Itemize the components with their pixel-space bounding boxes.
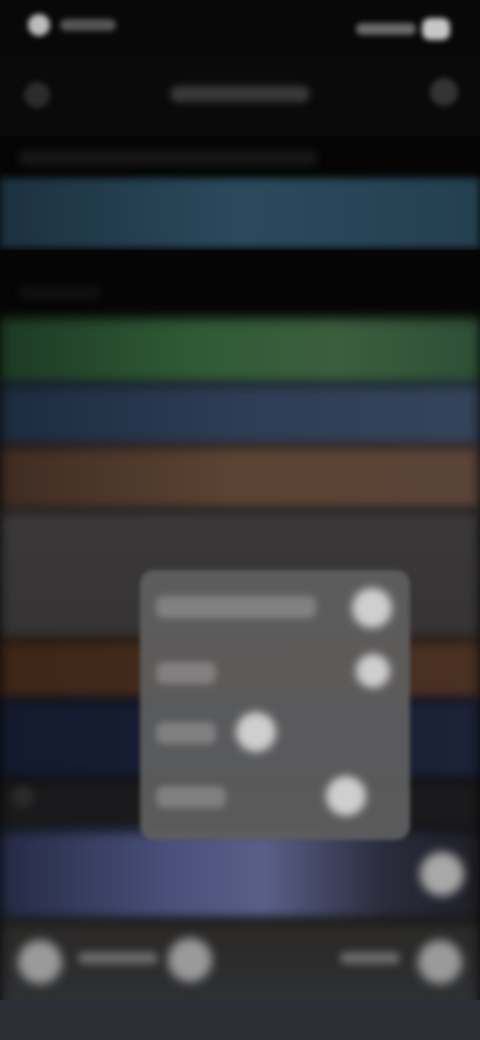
bottom-label (78, 952, 158, 964)
center-action-icon[interactable] (168, 938, 212, 982)
list-item[interactable] (0, 446, 480, 510)
more-icon[interactable] (430, 78, 458, 106)
left-action-icon[interactable] (18, 940, 62, 984)
toggle-icon[interactable] (236, 712, 276, 752)
toggle-icon[interactable] (352, 588, 392, 628)
status-left-group (28, 14, 116, 36)
menu-item[interactable] (156, 596, 316, 618)
status-bar (0, 0, 480, 56)
status-right-group (356, 18, 450, 40)
status-icon (28, 14, 50, 36)
app-header (0, 56, 480, 136)
small-icon (12, 786, 34, 808)
menu-item[interactable] (156, 662, 216, 684)
toggle-icon[interactable] (356, 654, 390, 688)
list-item[interactable] (0, 318, 480, 384)
signal-icon (356, 23, 416, 35)
list-item[interactable] (0, 384, 480, 446)
bottom-toolbar (0, 930, 480, 1000)
list-item-selected[interactable] (0, 178, 480, 248)
floating-action-icon[interactable] (420, 852, 464, 896)
menu-item[interactable] (156, 722, 216, 744)
back-icon[interactable] (24, 82, 50, 108)
menu-item[interactable] (156, 786, 226, 808)
section-divider (0, 250, 480, 314)
right-action-icon[interactable] (418, 940, 462, 984)
popup-menu (140, 570, 410, 840)
toggle-icon[interactable] (326, 776, 366, 816)
section-header (18, 150, 318, 166)
section-header-secondary (20, 286, 100, 300)
navigation-bar (0, 1000, 480, 1040)
page-title (170, 86, 310, 102)
bottom-label-right (340, 952, 400, 964)
battery-icon (422, 18, 450, 40)
status-text (60, 19, 116, 31)
list-item[interactable] (0, 830, 480, 920)
